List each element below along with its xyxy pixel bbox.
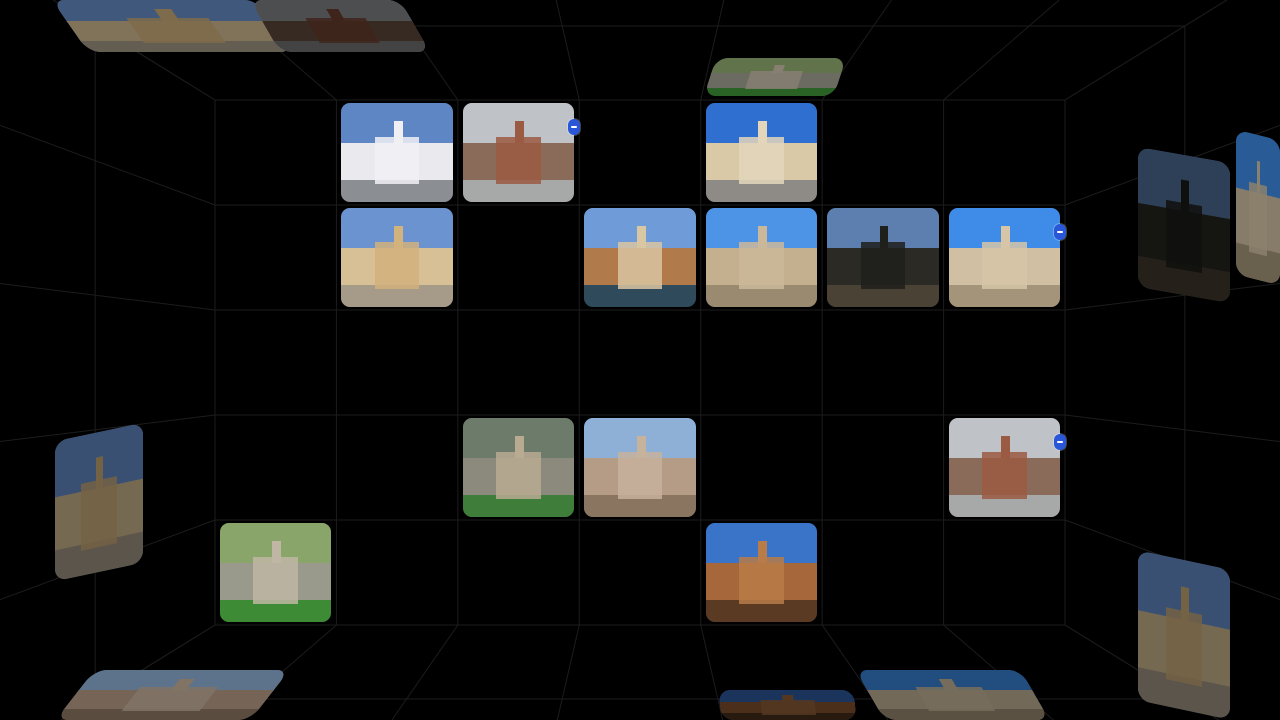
depth-shade [718,690,857,720]
depth-shade [703,58,847,96]
photo-building [739,136,784,185]
back-wall-photo-avenue[interactable] [462,103,575,202]
floor-wall-photo-cathedral_bright[interactable] [855,670,1050,720]
back-wall-photo-aerial_city[interactable] [584,418,696,517]
photo-building [860,241,906,290]
right-wall-grid-line [1064,414,1280,443]
photo-building [374,241,420,290]
photo-building [981,451,1027,500]
photo-info-icon[interactable] [1054,434,1066,450]
right-wall-photo-cathedral_bright[interactable] [1236,129,1280,286]
depth-shade [1138,146,1230,304]
photo-building [374,136,420,185]
depth-shade [249,0,431,52]
ceiling-grid-line [555,0,580,101]
photo-building [253,556,298,605]
floor-wall-photo-palace_arcade[interactable] [718,690,857,720]
back-wall-photo-aerial_green[interactable] [220,523,332,622]
right-wall-photo-carriage_street[interactable] [1138,550,1230,720]
floor-grid-line [391,624,459,720]
ceiling-wall-photo-aerial_green[interactable] [703,58,847,96]
photo-building [617,241,663,290]
back-wall-photo-cathedral_bright[interactable] [948,208,1060,307]
photo-tower [758,540,767,563]
depth-shade [55,422,143,582]
photo-building [981,241,1027,290]
photo-tower [515,120,525,143]
left-wall-grid-line [0,282,216,311]
floor-wall-photo-aerial_city[interactable] [55,670,290,720]
photo-tower [1000,225,1010,248]
depth-shade [55,670,290,720]
ceiling-grid-line [943,0,1060,101]
photo-tower [515,435,525,458]
left-wall-photo-carriage_street[interactable] [55,422,143,582]
back-wall-photo-skyline_silhouette[interactable] [827,208,939,307]
photo-tower [272,540,282,563]
photo-building [496,451,541,500]
left-wall-grid-line [0,124,216,206]
back-wall-photo-palace_arcade[interactable] [705,523,818,622]
photo-tower [879,225,889,248]
photo-building [739,556,784,605]
photo-tower [636,225,646,248]
photo-building [496,136,541,185]
floor-grid-line [556,624,580,720]
photo-tower [1000,435,1010,458]
right-wall-grid-line [1064,0,1228,101]
photo-building [617,451,663,500]
back-wall-photo-fountain_park[interactable] [584,208,696,307]
photo-tower [393,225,403,248]
depth-shade [1236,129,1280,286]
back-wall-photo-cathedral[interactable] [705,208,818,307]
depth-shade [855,670,1050,720]
photo-building [739,241,784,290]
back-wall-photo-avenue[interactable] [948,418,1060,517]
depth-shade [1138,550,1230,720]
photo-tower [758,225,767,248]
photo-tower [758,120,767,143]
back-wall-photo-cityhall[interactable] [341,103,453,202]
photo-cube-viewer[interactable] [0,0,1280,720]
ceiling-wall-photo-avenue[interactable] [249,0,431,52]
photo-info-icon[interactable] [1054,224,1066,240]
right-wall-photo-skyline_silhouette[interactable] [1138,146,1230,304]
photo-info-icon[interactable] [568,119,581,135]
cube-grid [0,0,1280,720]
back-wall-photo-carriage_street[interactable] [341,208,453,307]
photo-tower [393,120,403,143]
back-wall-photo-monument[interactable] [705,103,818,202]
back-wall-photo-aerial_gardens[interactable] [462,418,575,517]
photo-tower [636,435,646,458]
